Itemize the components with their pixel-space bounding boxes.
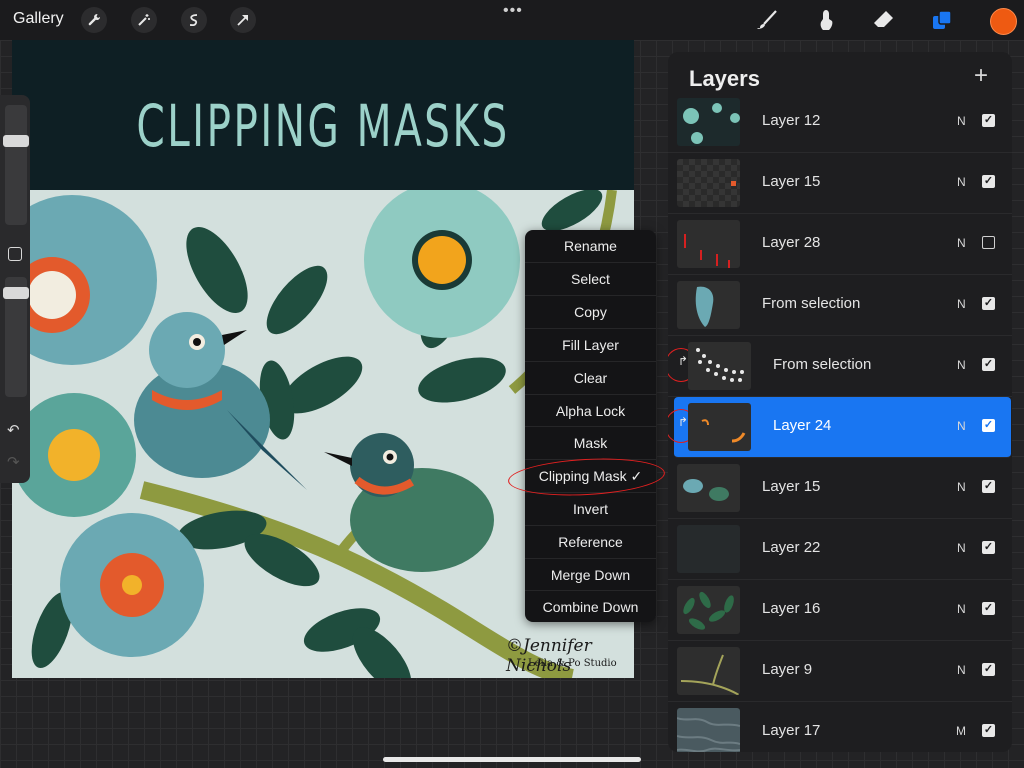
layer-name: Layer 15	[762, 478, 821, 495]
layer-name: Layer 22	[762, 539, 821, 556]
visibility-checkbox[interactable]: ✓	[982, 297, 995, 310]
left-sidebar: ↶ ↷	[0, 95, 30, 483]
menu-item-clear[interactable]: Clear	[525, 361, 656, 394]
blend-mode-button[interactable]: N	[957, 114, 966, 128]
visibility-checkbox[interactable]: ✓	[982, 663, 995, 676]
layer-row[interactable]: Layer 17 M ✓	[668, 702, 1012, 752]
blend-mode-button[interactable]: N	[957, 663, 966, 677]
more-options-button[interactable]: •••	[503, 2, 523, 20]
opacity-handle[interactable]	[3, 287, 29, 299]
menu-item-invert[interactable]: Invert	[525, 492, 656, 525]
layer-thumbnail	[677, 708, 740, 752]
smudge-icon[interactable]	[812, 6, 840, 34]
visibility-checkbox[interactable]: ✓	[982, 114, 995, 127]
layer-row[interactable]: Layer 28 N	[668, 214, 1012, 275]
layer-thumbnail	[688, 342, 751, 390]
blend-mode-button[interactable]: N	[957, 175, 966, 189]
blend-mode-button[interactable]: N	[957, 236, 966, 250]
menu-item-rename[interactable]: Rename	[525, 230, 656, 262]
undo-icon[interactable]: ↶	[7, 421, 20, 439]
menu-item-mask[interactable]: Mask	[525, 426, 656, 459]
layers-icon[interactable]	[928, 6, 956, 34]
layer-thumbnail	[677, 220, 740, 268]
studio-credit: Leila & Po Studio	[528, 658, 617, 669]
visibility-checkbox[interactable]: ✓	[982, 175, 995, 188]
blend-mode-button[interactable]: N	[957, 480, 966, 494]
layer-thumbnail	[677, 98, 740, 146]
layer-thumbnail	[677, 159, 740, 207]
layer-name: From selection	[762, 295, 861, 312]
selection-icon[interactable]	[181, 7, 207, 33]
layer-name: Layer 24	[773, 417, 832, 434]
color-picker-button[interactable]	[990, 8, 1017, 35]
modify-button[interactable]	[8, 247, 22, 261]
layer-name: Layer 15	[762, 173, 821, 190]
layer-row[interactable]: Layer 15 N ✓	[668, 153, 1012, 214]
menu-item-combine-down[interactable]: Combine Down	[525, 590, 656, 623]
magic-wand-icon[interactable]	[131, 7, 157, 33]
add-layer-button[interactable]: +	[974, 62, 988, 90]
visibility-checkbox[interactable]: ✓	[982, 358, 995, 371]
gallery-button[interactable]: Gallery	[13, 10, 64, 28]
home-indicator[interactable]	[383, 757, 641, 762]
visibility-checkbox[interactable]: ✓	[982, 419, 995, 432]
layer-name: From selection	[773, 356, 872, 373]
visibility-checkbox[interactable]: ✓	[982, 480, 995, 493]
brush-size-handle[interactable]	[3, 135, 29, 147]
layers-panel: Layers + Layer 12 N ✓ Layer 15 N ✓ Layer…	[668, 52, 1012, 752]
visibility-checkbox[interactable]	[982, 236, 995, 249]
layer-thumbnail	[688, 403, 751, 451]
menu-item-copy[interactable]: Copy	[525, 295, 656, 328]
layer-name: Layer 28	[762, 234, 821, 251]
wrench-icon[interactable]	[81, 7, 107, 33]
layer-row[interactable]: ↱ From selection N ✓	[668, 336, 1012, 397]
top-toolbar: Gallery •••	[0, 0, 1024, 40]
layer-row[interactable]: Layer 12 N ✓	[668, 92, 1012, 153]
layer-options-menu: Rename Select Copy Fill Layer Clear Alph…	[525, 230, 656, 622]
transform-icon[interactable]	[230, 7, 256, 33]
artwork-title-band: CLIPPING MASKS	[12, 40, 634, 190]
layer-row[interactable]: From selection N ✓	[668, 275, 1012, 336]
layer-thumbnail	[677, 281, 740, 329]
menu-item-fill-layer[interactable]: Fill Layer	[525, 328, 656, 361]
blend-mode-button[interactable]: N	[957, 358, 966, 372]
redo-icon[interactable]: ↷	[7, 453, 20, 471]
brush-icon[interactable]	[753, 6, 781, 34]
panel-title: Layers	[689, 66, 760, 91]
layer-row[interactable]: Layer 15 N ✓	[668, 458, 1012, 519]
layer-thumbnail	[677, 586, 740, 634]
eraser-icon[interactable]	[869, 6, 897, 34]
artist-signature: ©Jennifer Nichols	[506, 636, 592, 676]
blend-mode-button[interactable]: M	[956, 724, 966, 738]
visibility-checkbox[interactable]: ✓	[982, 602, 995, 615]
blend-mode-button[interactable]: N	[957, 297, 966, 311]
layer-name: Layer 9	[762, 661, 813, 678]
menu-item-reference[interactable]: Reference	[525, 525, 656, 558]
blend-mode-button[interactable]: N	[957, 419, 966, 433]
blend-mode-button[interactable]: N	[957, 602, 966, 616]
visibility-checkbox[interactable]: ✓	[982, 724, 995, 737]
layer-row[interactable]: Layer 22 N ✓	[668, 519, 1012, 580]
layer-name: Layer 16	[762, 600, 821, 617]
layer-name: Layer 12	[762, 112, 821, 129]
menu-item-merge-down[interactable]: Merge Down	[525, 558, 656, 591]
layer-thumbnail	[677, 525, 740, 573]
blend-mode-button[interactable]: N	[957, 541, 966, 555]
menu-item-select[interactable]: Select	[525, 262, 656, 295]
layer-row-selected[interactable]: ↱ Layer 24 N ✓	[668, 397, 1011, 458]
layer-row[interactable]: Layer 16 N ✓	[668, 580, 1012, 641]
menu-item-alpha-lock[interactable]: Alpha Lock	[525, 394, 656, 427]
layer-thumbnail	[677, 647, 740, 695]
layer-name: Layer 17	[762, 722, 821, 739]
layer-thumbnail	[677, 464, 740, 512]
brush-size-slider[interactable]	[5, 105, 27, 225]
layer-row[interactable]: Layer 9 N ✓	[668, 641, 1012, 702]
visibility-checkbox[interactable]: ✓	[982, 541, 995, 554]
artwork-title: CLIPPING MASKS	[136, 92, 510, 160]
